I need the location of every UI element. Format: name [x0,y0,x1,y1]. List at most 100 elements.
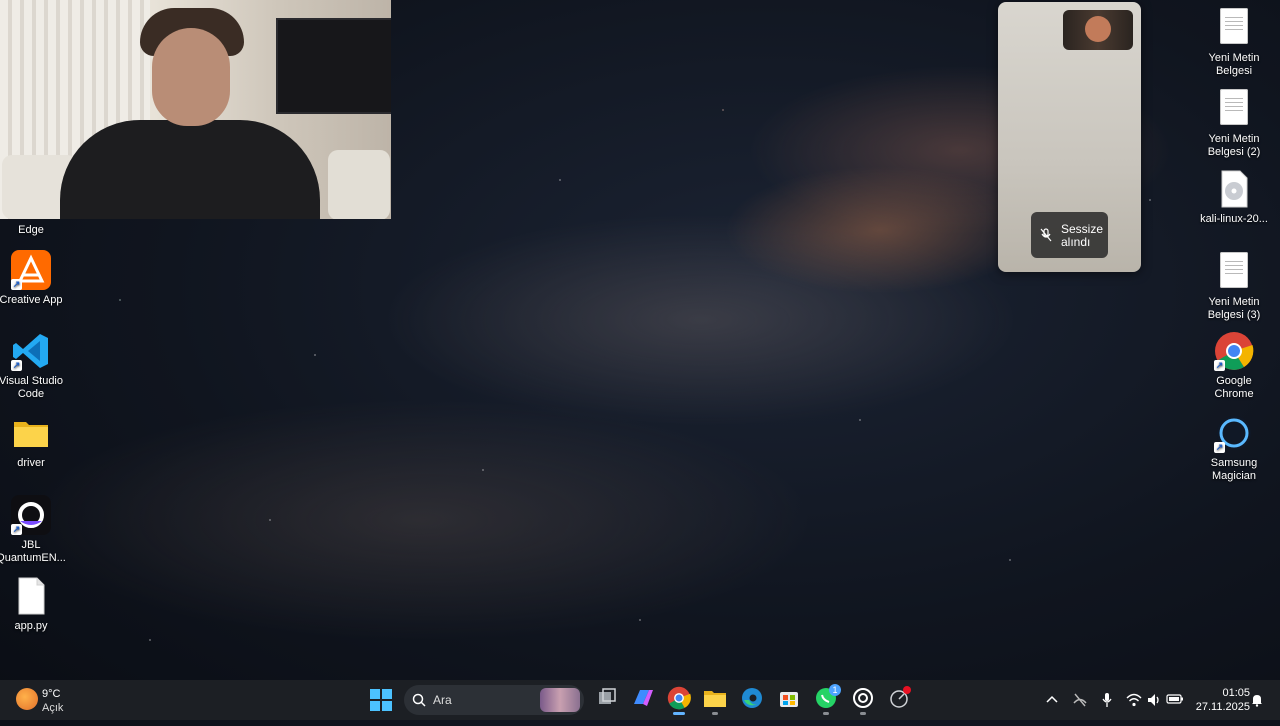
call-popup[interactable]: Sessize alındı [998,2,1141,272]
notification-bell-icon [1252,695,1262,707]
running-indicator [712,712,718,715]
active-indicator [673,712,685,715]
clock-time: 01:05 [1222,687,1250,699]
webcam-person-head [152,28,230,126]
desktop-icon-label: Yeni Metin Belgesi (3) [1207,296,1261,321]
weather-temp: 9°C [42,688,61,700]
taskbar-edge[interactable] [738,684,766,716]
caller-avatar [1085,16,1111,42]
desktop-icon-label: driver [17,457,45,469]
webcam-pillow-right [328,150,390,219]
mic-off-icon [1040,228,1052,242]
desktop-icon-driver[interactable]: driver [0,413,68,470]
folder-icon [11,413,51,453]
taskbar-clock[interactable]: 01:05 27.11.2025 [1190,686,1250,726]
taskbar-search[interactable]: Ara [404,685,584,715]
shortcut-arrow-icon: ↗ [11,360,22,371]
file-explorer-icon [704,691,726,707]
desktop-icon-edge[interactable]: Edge [0,224,68,237]
chrome-icon [667,686,691,710]
tray-network-off[interactable] [1072,680,1092,720]
clock-date: 27.11.2025 [1195,701,1250,713]
taskbar-copilot[interactable] [629,684,657,716]
disc-image-icon [1214,169,1254,209]
desktop-icon-label: app.py [14,620,48,632]
samsung-magician-icon: ↗ [1214,413,1254,453]
desktop-icon-label: Samsung Magician [1210,457,1258,482]
desktop-icon-creative-app[interactable]: ↗ Creative App [0,250,68,307]
tray-wifi[interactable] [1126,680,1144,720]
desktop-icon-label: Edge [18,224,44,236]
shortcut-arrow-icon: ↗ [1214,360,1225,371]
text-document-icon [1214,252,1254,292]
webcam-overlay [0,0,391,219]
microphone-icon [1102,693,1112,707]
weather-icon [16,688,38,710]
desktop-icon-vscode[interactable]: ↗ Visual Studio Code [0,331,68,401]
muted-notice: Sessize alındı [1031,212,1108,258]
tray-microphone[interactable] [1100,680,1118,720]
volume-icon [1148,694,1159,706]
shortcut-arrow-icon: ↗ [1214,442,1225,453]
search-icon [412,693,426,707]
copilot-icon [634,690,653,706]
store-icon [780,692,798,707]
running-indicator [823,712,829,715]
webcam-person-body [60,120,320,219]
shortcut-arrow-icon: ↗ [11,279,22,290]
taskbar: 9°C Açık Ara 1 01:05 27.11.2025 [0,680,1280,720]
shortcut-arrow-icon: ↗ [11,524,22,535]
whatsapp-badge: 1 [829,684,841,696]
weather-condition: Açık [42,702,64,714]
text-document-icon [1214,89,1254,129]
desktop-icon-label: Yeni Metin Belgesi (2) [1207,133,1261,158]
weather-widget[interactable]: 9°C Açık [14,684,104,716]
desktop-icon-label: Yeni Metin Belgesi [1208,52,1260,77]
muted-label: Sessize alındı [1061,222,1104,249]
tray-volume[interactable] [1146,680,1164,720]
search-highlight-image [540,688,580,712]
desktop-icon-text-doc-1[interactable]: Yeni Metin Belgesi [1197,6,1271,78]
desktop-icon-label: JBL QuantumEN... [0,539,66,564]
tray-overflow-button[interactable] [1046,680,1064,720]
file-icon [11,576,51,616]
desktop-icon-label: Visual Studio Code [0,375,63,400]
creative-app-icon: ↗ [11,250,51,290]
desktop-icon-jbl[interactable]: ↗ JBL QuantumEN... [0,495,68,565]
desktop-icon-app-py[interactable]: app.py [0,576,68,633]
taskbar-task-view[interactable] [593,684,621,716]
desktop-icon-chrome[interactable]: ↗ Google Chrome [1197,331,1271,401]
taskbar-file-explorer[interactable] [701,684,729,716]
taskbar-store[interactable] [775,684,803,716]
tray-battery[interactable] [1166,680,1184,720]
windows-logo-icon [370,689,392,711]
snipping-tool-icon [890,686,911,708]
taskbar-snipping-tool[interactable] [886,684,914,716]
jbl-quantum-icon: ↗ [11,495,51,535]
taskbar-chatgpt[interactable] [849,684,877,716]
text-document-icon [1214,8,1254,48]
task-view-icon [599,688,616,704]
desktop-icon-kali-iso[interactable]: kali-linux-20... [1197,169,1271,226]
start-button[interactable] [369,688,393,712]
desktop-icon-label: Creative App [0,294,63,306]
running-indicator [860,712,866,715]
desktop-icon-samsung-magician[interactable]: ↗ Samsung Magician [1197,413,1271,483]
network-disabled-icon [1073,693,1087,707]
chrome-icon: ↗ [1214,331,1254,371]
notification-center-button[interactable] [1250,680,1266,720]
chevron-up-icon [1046,695,1058,703]
caller-thumbnail [1063,10,1133,50]
vscode-icon: ↗ [11,331,51,371]
desktop-icon-text-doc-3[interactable]: Yeni Metin Belgesi (3) [1197,250,1271,322]
taskbar-chrome[interactable] [665,684,693,716]
chatgpt-icon [853,688,873,708]
battery-icon [1166,694,1183,704]
edge-icon [742,688,762,708]
search-placeholder: Ara [433,693,452,707]
desktop-icon-text-doc-2[interactable]: Yeni Metin Belgesi (2) [1197,87,1271,159]
taskbar-whatsapp[interactable]: 1 [812,684,841,716]
desktop-icon-label: kali-linux-20... [1200,213,1268,225]
wifi-icon [1126,693,1142,707]
webcam-tv [276,18,391,114]
